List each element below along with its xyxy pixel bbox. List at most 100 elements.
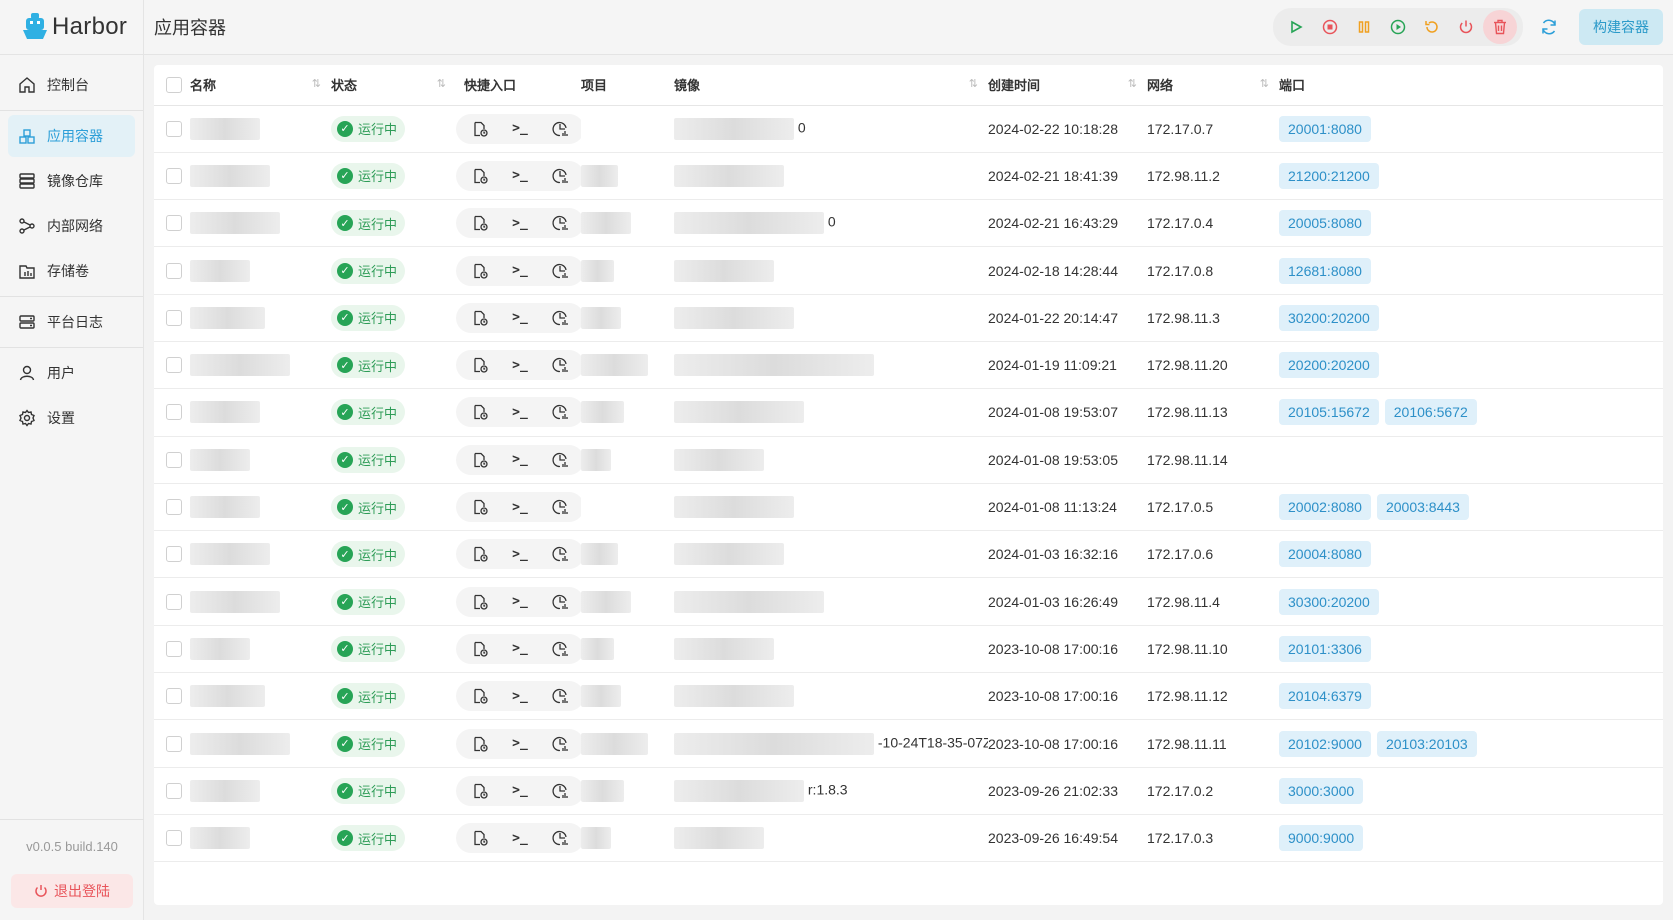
terminal-button[interactable]: >_ [502, 683, 538, 709]
logs-button[interactable] [462, 258, 498, 284]
terminal-button[interactable]: >_ [502, 163, 538, 189]
sidebar-item-dashboard[interactable]: 控制台 [8, 64, 135, 106]
stats-button[interactable] [542, 731, 578, 757]
refresh-button[interactable] [1531, 9, 1567, 45]
logs-button[interactable] [462, 825, 498, 851]
logs-button[interactable] [462, 541, 498, 567]
row-checkbox[interactable] [166, 782, 182, 799]
row-checkbox[interactable] [166, 499, 182, 516]
table-row[interactable]: ✓ 运行中 >_ r:1.8.3 2023-09-26 21:02:33 172… [154, 767, 1663, 815]
table-row[interactable]: ✓ 运行中 >_ 2024-01-19 11:09:21 172.98.11.2… [154, 341, 1663, 389]
table-row[interactable]: ✓ 运行中 >_ 2024-01-22 20:14:47 172.98.11.3… [154, 294, 1663, 342]
table-row[interactable]: ✓ 运行中 >_ 2024-01-08 11:13:24 172.17.0.5 … [154, 483, 1663, 531]
column-image[interactable]: 镜像 ⇅ [674, 65, 988, 105]
table-row[interactable]: ✓ 运行中 >_ 2024-02-18 14:28:44 172.17.0.8 … [154, 247, 1663, 295]
sidebar-item-images[interactable]: 镜像仓库 [8, 160, 135, 202]
port-tag[interactable]: 20004:8080 [1279, 541, 1371, 568]
logs-button[interactable] [462, 210, 498, 236]
port-tag[interactable]: 3000:3000 [1279, 777, 1364, 804]
sidebar-item-volumes[interactable]: 存储卷 [8, 250, 135, 292]
column-network[interactable]: 网络 ⇅ [1147, 65, 1279, 105]
terminal-button[interactable]: >_ [502, 210, 538, 236]
terminal-button[interactable]: >_ [502, 305, 538, 331]
port-tag[interactable]: 30300:20200 [1279, 588, 1379, 615]
stats-button[interactable] [542, 494, 578, 520]
row-checkbox[interactable] [166, 593, 182, 610]
table-row[interactable]: ✓ 运行中 >_ 2024-01-03 16:26:49 172.98.11.4… [154, 578, 1663, 626]
sidebar-item-logs[interactable]: 平台日志 [8, 301, 135, 343]
row-checkbox[interactable] [166, 404, 182, 421]
table-row[interactable]: ✓ 运行中 >_ 2023-09-26 16:49:54 172.17.0.3 … [154, 814, 1663, 862]
port-tag[interactable]: 12681:8080 [1279, 257, 1371, 284]
logs-button[interactable] [462, 683, 498, 709]
logs-button[interactable] [462, 352, 498, 378]
terminal-button[interactable]: >_ [502, 447, 538, 473]
terminal-button[interactable]: >_ [502, 731, 538, 757]
stats-button[interactable] [542, 636, 578, 662]
restart-button[interactable] [1415, 10, 1449, 44]
logs-button[interactable] [462, 447, 498, 473]
port-tag[interactable]: 20102:9000 [1279, 730, 1371, 757]
table-row[interactable]: ✓ 运行中 >_ 0 2024-02-22 10:18:28 172.17.0.… [154, 105, 1663, 153]
resume-button[interactable] [1381, 10, 1415, 44]
row-checkbox[interactable] [166, 735, 182, 752]
sort-icon[interactable]: ⇅ [969, 77, 978, 90]
row-checkbox[interactable] [166, 688, 182, 705]
logout-button[interactable]: 退出登陆 [11, 874, 133, 908]
sort-icon[interactable]: ⇅ [437, 77, 446, 90]
logs-button[interactable] [462, 494, 498, 520]
logs-button[interactable] [462, 731, 498, 757]
sort-icon[interactable]: ⇅ [312, 77, 321, 90]
port-tag[interactable]: 21200:21200 [1279, 162, 1379, 189]
logs-button[interactable] [462, 163, 498, 189]
kill-button[interactable] [1449, 10, 1483, 44]
terminal-button[interactable]: >_ [502, 636, 538, 662]
column-created[interactable]: 创建时间 ⇅ [988, 65, 1147, 105]
stats-button[interactable] [542, 778, 578, 804]
delete-button[interactable] [1483, 10, 1517, 44]
row-checkbox[interactable] [166, 546, 182, 563]
stats-button[interactable] [542, 589, 578, 615]
select-all-checkbox[interactable] [166, 76, 182, 93]
logs-button[interactable] [462, 399, 498, 425]
column-status[interactable]: 状态 ⇅ [331, 65, 456, 105]
terminal-button[interactable]: >_ [502, 825, 538, 851]
port-tag[interactable]: 9000:9000 [1279, 825, 1364, 852]
stats-button[interactable] [542, 352, 578, 378]
stats-button[interactable] [542, 825, 578, 851]
row-checkbox[interactable] [166, 262, 182, 279]
row-checkbox[interactable] [166, 215, 182, 232]
terminal-button[interactable]: >_ [502, 258, 538, 284]
stats-button[interactable] [542, 447, 578, 473]
stats-button[interactable] [542, 210, 578, 236]
table-row[interactable]: ✓ 运行中 >_ 2024-01-08 19:53:05 172.98.11.1… [154, 436, 1663, 484]
port-tag[interactable]: 20002:8080 [1279, 494, 1371, 521]
sort-icon[interactable]: ⇅ [1128, 77, 1137, 90]
table-row[interactable]: ✓ 运行中 >_ 2024-02-21 18:41:39 172.98.11.2… [154, 152, 1663, 200]
logs-button[interactable] [462, 636, 498, 662]
pause-button[interactable] [1347, 10, 1381, 44]
row-checkbox[interactable] [166, 120, 182, 137]
sort-icon[interactable]: ⇅ [1260, 77, 1269, 90]
port-tag[interactable]: 20101:3306 [1279, 635, 1371, 662]
row-checkbox[interactable] [166, 830, 182, 847]
stats-button[interactable] [542, 163, 578, 189]
port-tag[interactable]: 20003:8443 [1376, 494, 1469, 521]
stats-button[interactable] [542, 258, 578, 284]
port-tag[interactable]: 20105:15672 [1279, 399, 1379, 426]
port-tag[interactable]: 30200:20200 [1279, 304, 1379, 331]
stats-button[interactable] [542, 305, 578, 331]
port-tag[interactable]: 20106:5672 [1384, 399, 1477, 426]
row-checkbox[interactable] [166, 640, 182, 657]
row-checkbox[interactable] [166, 167, 182, 184]
sidebar-item-users[interactable]: 用户 [8, 352, 135, 394]
port-tag[interactable]: 20103:20103 [1376, 730, 1477, 757]
stats-button[interactable] [542, 399, 578, 425]
terminal-button[interactable]: >_ [502, 778, 538, 804]
port-tag[interactable]: 20001:8080 [1279, 115, 1371, 142]
terminal-button[interactable]: >_ [502, 399, 538, 425]
table-row[interactable]: ✓ 运行中 >_ -10-24T18-35-07Z 2023-10-08 17:… [154, 720, 1663, 768]
terminal-button[interactable]: >_ [502, 116, 538, 142]
logs-button[interactable] [462, 305, 498, 331]
logs-button[interactable] [462, 116, 498, 142]
